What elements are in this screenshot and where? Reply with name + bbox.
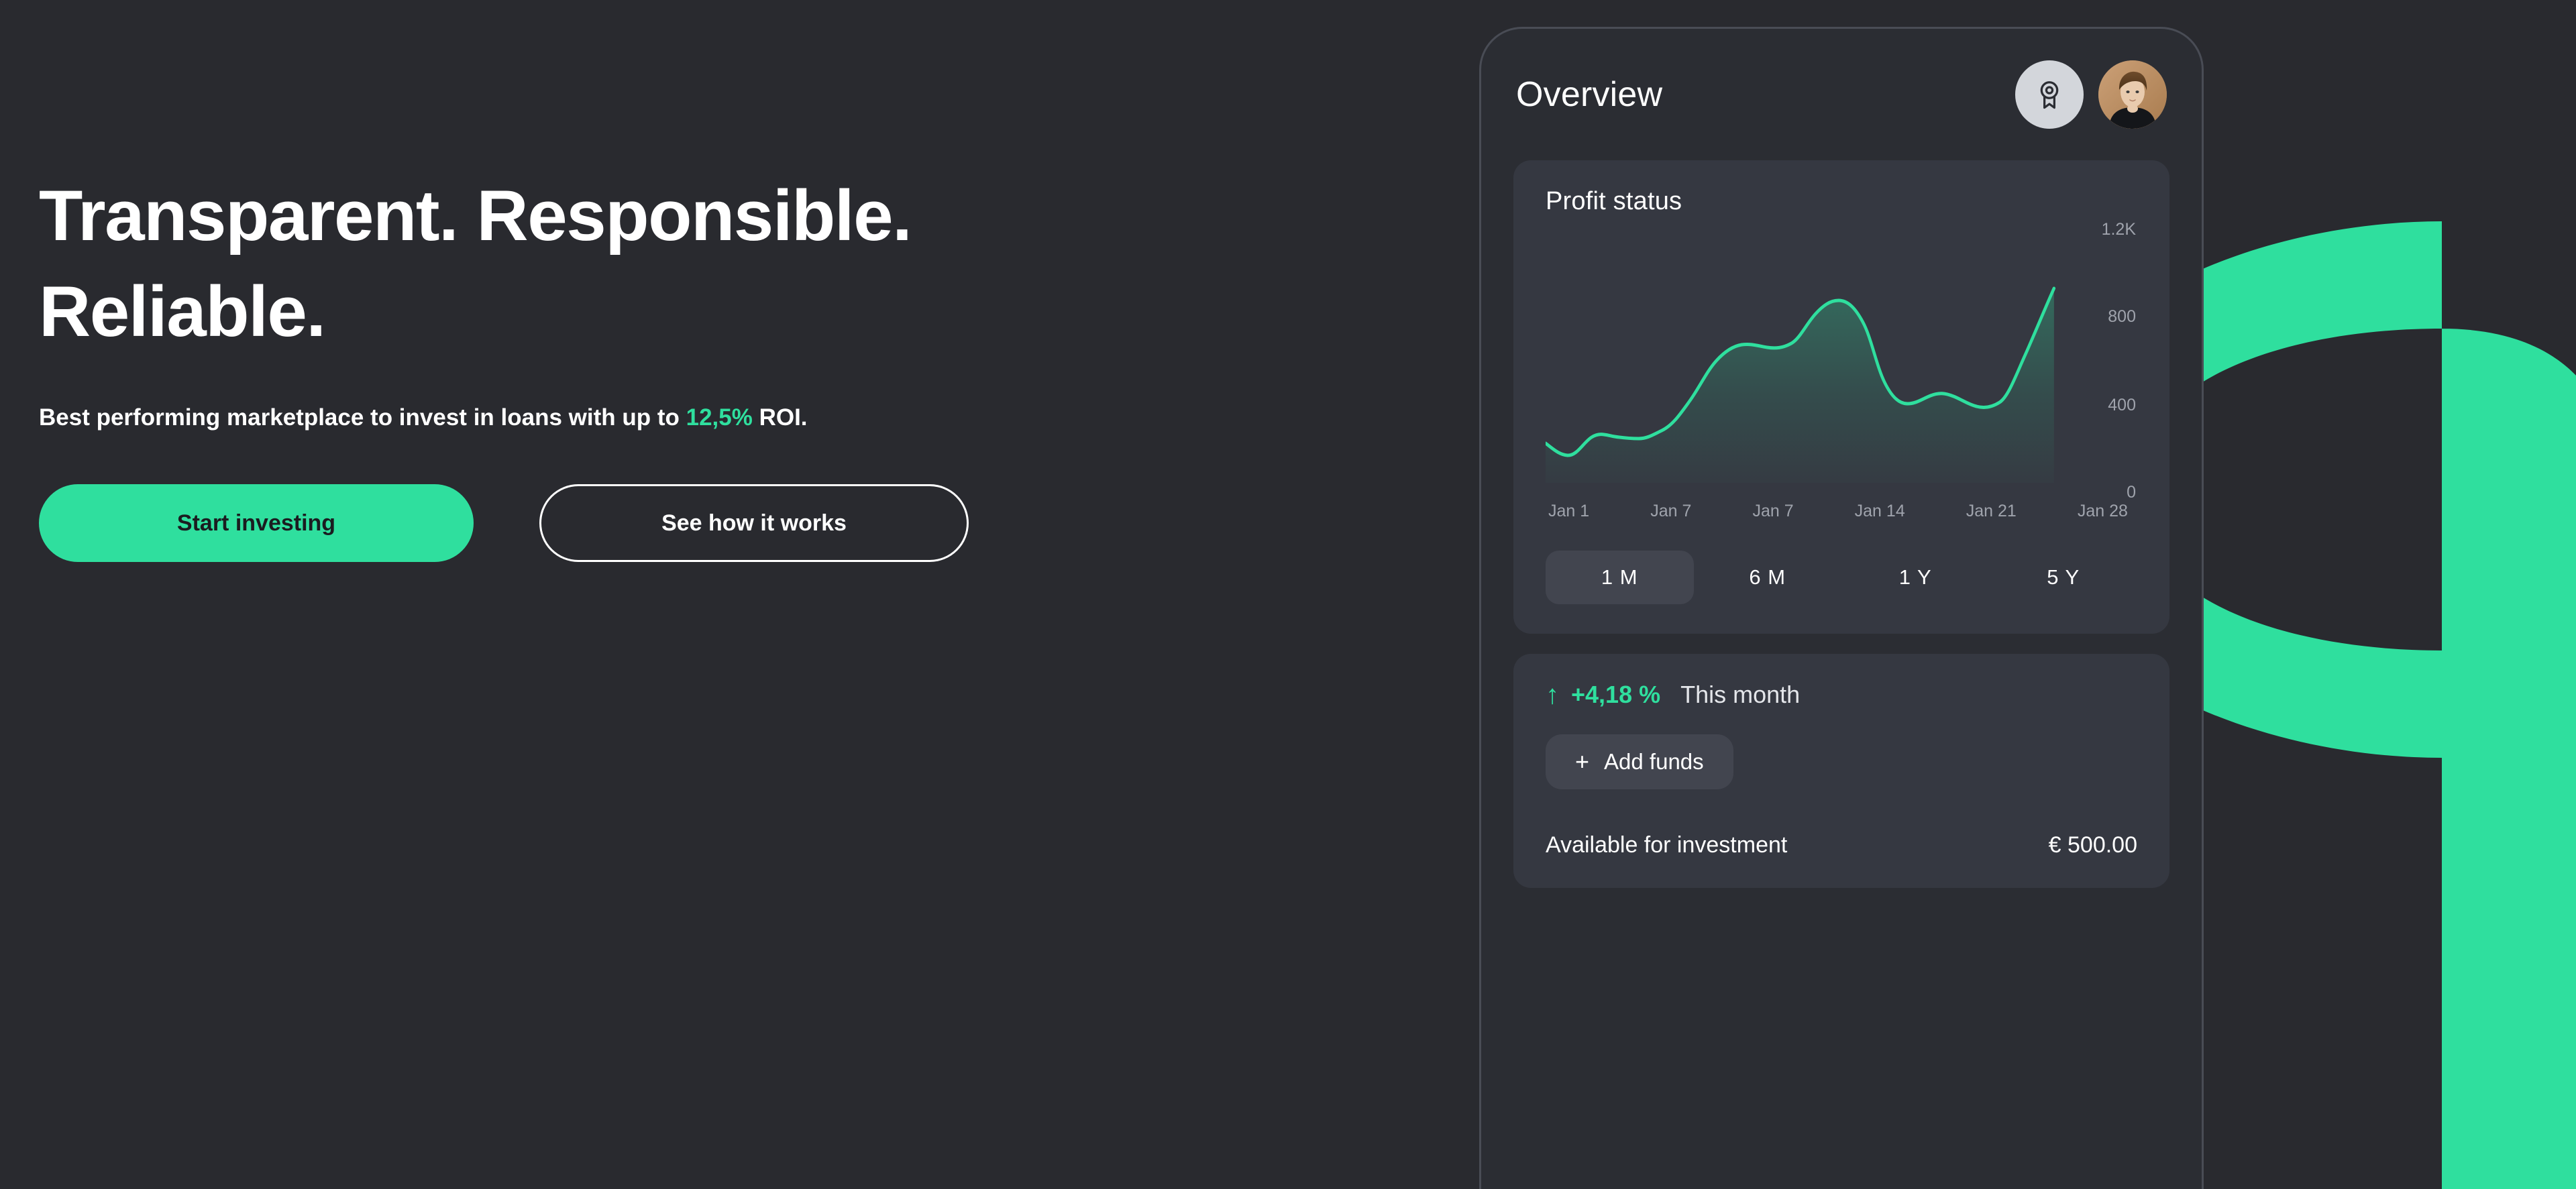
balance-card: ↑ +4,18 % This month + Add funds Availab… (1513, 654, 2169, 888)
add-funds-button[interactable]: + Add funds (1546, 734, 1733, 789)
avatar[interactable] (2098, 60, 2167, 129)
y-tick-800: 800 (2108, 307, 2136, 326)
x-tick-2: Jan 7 (1752, 502, 1794, 520)
chart-y-axis: 1.2K 800 400 0 (2092, 220, 2136, 523)
monthly-change-row: ↑ +4,18 % This month (1546, 681, 2137, 709)
y-tick-1200: 1.2K (2101, 220, 2136, 239)
start-investing-button[interactable]: Start investing (39, 484, 474, 563)
range-option-5y[interactable]: 5 Y (1990, 551, 2138, 604)
profit-status-title: Profit status (1546, 187, 1682, 215)
hero-title-line-1: Transparent. Responsible. (39, 175, 912, 256)
page-root: Transparent. Responsible. Reliable. Best… (0, 0, 2576, 1189)
hero-title-line-2: Reliable. (39, 271, 326, 352)
range-option-1y[interactable]: 1 Y (1841, 551, 1990, 604)
chart-x-axis: Jan 1 Jan 7 Jan 7 Jan 14 Jan 21 Jan 28 (1546, 502, 2128, 521)
profit-status-card: Profit status 1.2K 800 400 0 Jan 1 Jan 7… (1513, 160, 2169, 634)
range-option-6m[interactable]: 6 M (1694, 551, 1842, 604)
hero-subtitle: Best performing marketplace to invest in… (39, 399, 877, 436)
award-medal-icon[interactable] (2015, 60, 2084, 129)
monthly-change-period: This month (1680, 681, 1801, 708)
phone-mockup: Overview Profit status 1.2K 800 400 0 Ja… (1479, 27, 2204, 1189)
available-label: Available for investment (1546, 832, 1788, 858)
hero-section: Transparent. Responsible. Reliable. Best… (39, 168, 1246, 563)
profit-chart: 1.2K 800 400 0 (1546, 220, 2136, 502)
phone-header-actions (2015, 60, 2167, 129)
letter-a-brand-mark-icon (2200, 221, 2576, 1189)
hero-subtitle-part-1: Best performing marketplace to invest in… (39, 404, 686, 431)
hero-subtitle-part-2: ROI. (752, 404, 808, 431)
time-range-selector: 1 M 6 M 1 Y 5 Y (1546, 551, 2137, 604)
page-title: Transparent. Responsible. Reliable. (39, 168, 1220, 360)
hero-subtitle-roi-value: 12,5% (686, 404, 753, 431)
y-tick-0: 0 (2127, 483, 2136, 502)
hero-actions: Start investing See how it works (39, 484, 1246, 563)
y-tick-400: 400 (2108, 396, 2136, 414)
phone-header: Overview (1513, 29, 2169, 160)
available-for-investment-row: Available for investment € 500.00 (1546, 832, 2137, 858)
x-tick-3: Jan 14 (1854, 502, 1905, 520)
add-funds-label: Add funds (1604, 749, 1704, 774)
overview-heading: Overview (1516, 75, 1663, 114)
x-tick-4: Jan 21 (1966, 502, 2017, 520)
available-value: € 500.00 (2048, 832, 2137, 858)
see-how-it-works-button[interactable]: See how it works (539, 484, 969, 563)
range-option-1m[interactable]: 1 M (1546, 551, 1694, 604)
plus-icon: + (1575, 748, 1590, 775)
monthly-change-value: +4,18 % (1571, 681, 1661, 708)
x-tick-1: Jan 7 (1650, 502, 1692, 520)
arrow-up-icon: ↑ (1546, 680, 1559, 710)
x-tick-0: Jan 1 (1548, 502, 1590, 520)
